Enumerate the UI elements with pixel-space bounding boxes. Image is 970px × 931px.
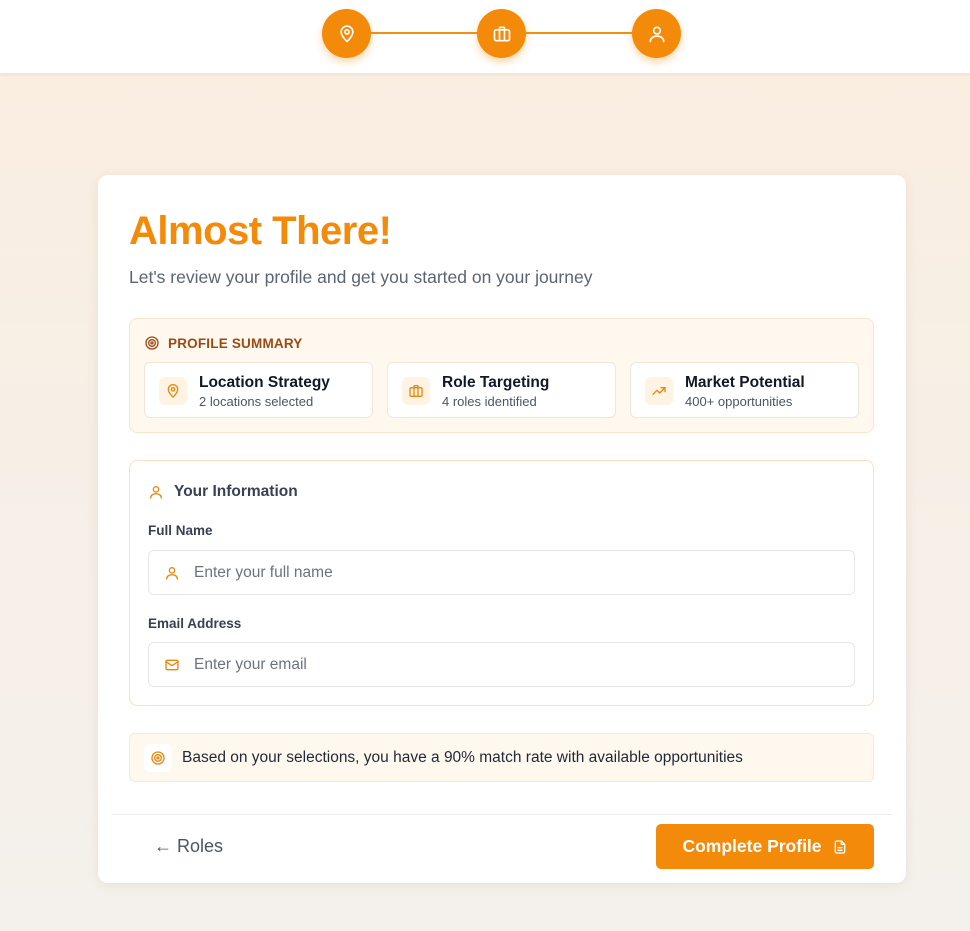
- complete-profile-label: Complete Profile: [682, 836, 822, 856]
- user-icon: [649, 26, 664, 42]
- full-name-input[interactable]: [194, 551, 844, 594]
- summary-item-roles: Role Targeting 4 roles identified: [387, 362, 616, 418]
- back-to-roles-button[interactable]: ← Roles: [154, 836, 223, 857]
- summary-icon-box: [645, 377, 673, 405]
- full-name-label: Full Name: [148, 523, 213, 538]
- map-pin-icon: [339, 24, 354, 42]
- summary-item-subtitle: 2 locations selected: [199, 394, 314, 409]
- user-icon: [150, 486, 162, 499]
- page-subtitle: Let's review your profile and get you st…: [129, 267, 593, 287]
- user-icon: [166, 567, 178, 580]
- email-input[interactable]: [194, 643, 844, 686]
- step-profile[interactable]: [632, 9, 681, 58]
- profile-summary: PROFILE SUMMARY Location Strategy 2 loca…: [129, 318, 874, 433]
- summary-item-title: Location Strategy: [199, 374, 330, 391]
- summary-item-title: Role Targeting: [442, 374, 550, 391]
- target-icon: [145, 336, 159, 350]
- summary-item-title: Market Potential: [685, 374, 805, 391]
- step-roles[interactable]: [477, 9, 526, 58]
- footer-divider: [112, 814, 892, 815]
- trending-up-icon: [652, 387, 666, 395]
- review-card: Almost There! Let's review your profile …: [98, 175, 906, 883]
- your-information-header: Your Information: [148, 483, 298, 501]
- map-pin-icon: [167, 384, 179, 398]
- match-icon-box: [144, 744, 172, 772]
- step-location[interactable]: [322, 9, 371, 58]
- complete-profile-button[interactable]: Complete Profile: [656, 824, 874, 869]
- summary-item-subtitle: 400+ opportunities: [685, 394, 793, 409]
- page-title: Almost There!: [129, 209, 392, 253]
- full-name-field[interactable]: [148, 550, 855, 595]
- briefcase-icon: [409, 385, 423, 397]
- summary-item-subtitle: 4 roles identified: [442, 394, 537, 409]
- match-rate-text: Based on your selections, you have a 90%…: [182, 749, 743, 766]
- your-information-section: Your Information Full Name Email Address: [129, 460, 874, 706]
- your-information-heading: Your Information: [174, 483, 298, 500]
- target-icon: [151, 751, 165, 765]
- profile-summary-heading: PROFILE SUMMARY: [168, 335, 303, 351]
- email-label: Email Address: [148, 616, 242, 631]
- progress-header: [0, 0, 970, 74]
- document-icon: [834, 839, 845, 854]
- match-rate-banner: Based on your selections, you have a 90%…: [129, 733, 874, 782]
- briefcase-icon: [493, 26, 510, 42]
- summary-icon-box: [402, 377, 430, 405]
- summary-item-market: Market Potential 400+ opportunities: [630, 362, 859, 418]
- step-connector: [525, 32, 633, 34]
- email-field[interactable]: [148, 642, 855, 687]
- step-connector: [370, 32, 478, 34]
- summary-item-location: Location Strategy 2 locations selected: [144, 362, 373, 418]
- mail-icon: [165, 659, 179, 671]
- profile-summary-header: PROFILE SUMMARY: [144, 335, 303, 351]
- summary-icon-box: [159, 377, 187, 405]
